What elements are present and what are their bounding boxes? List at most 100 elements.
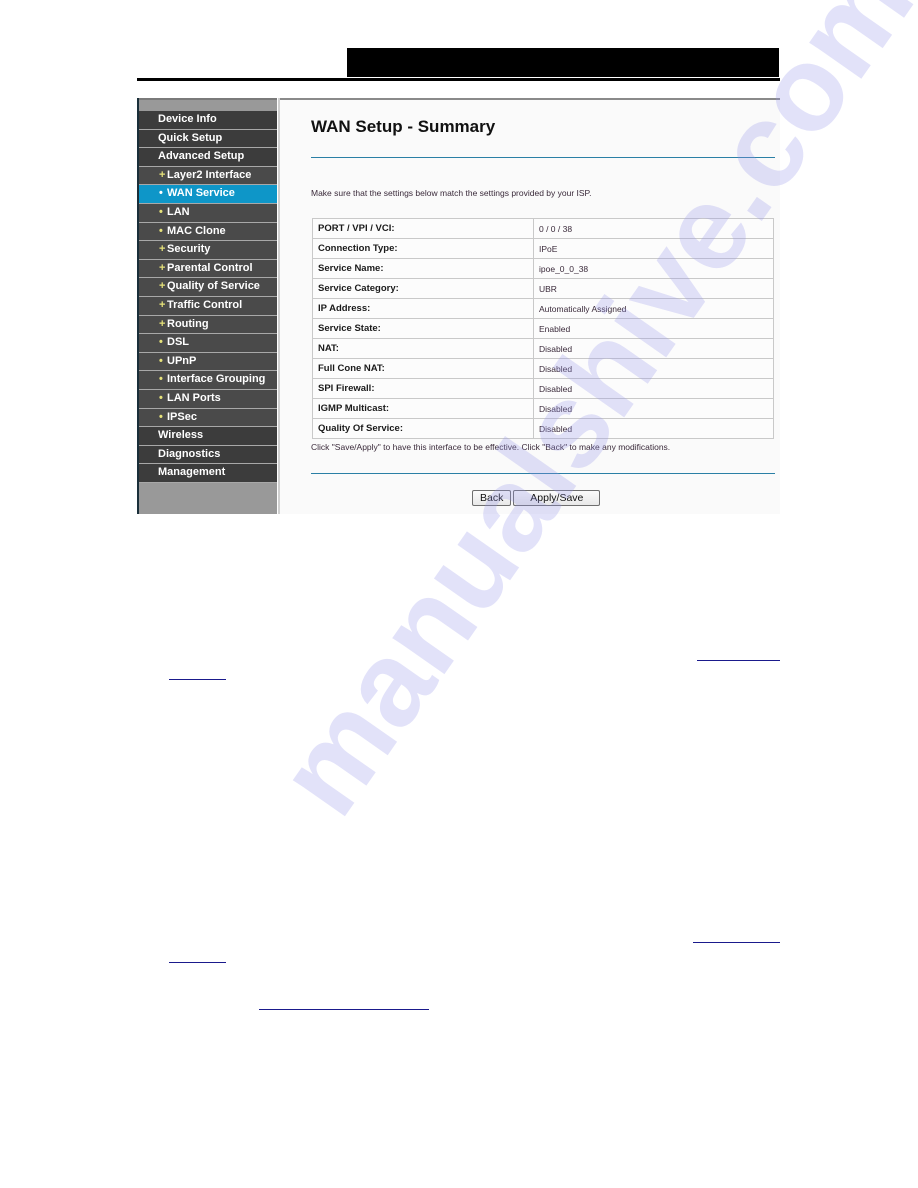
- field-value: 0 / 0 / 38: [533, 218, 774, 239]
- sidebar-item-label: Management: [158, 466, 226, 479]
- footer-divider: [311, 473, 775, 474]
- sidebar-item-label: Parental Control: [167, 261, 253, 274]
- table-row: Full Cone NAT: Disabled: [312, 358, 774, 379]
- doc-link-underline[interactable]: [169, 679, 226, 680]
- sidebar-item-wireless[interactable]: Wireless: [139, 427, 277, 446]
- sidebar-item-label: LAN: [167, 205, 190, 218]
- field-value: Disabled: [533, 358, 774, 379]
- field-label: Full Cone NAT:: [312, 358, 534, 379]
- sidebar-item-label: LAN Ports: [167, 391, 221, 404]
- intro-text: Make sure that the settings below match …: [311, 188, 592, 198]
- field-value: IPoE: [533, 238, 774, 259]
- sidebar-item-label: Wireless: [158, 429, 204, 442]
- router-ui-screenshot: Device Info Quick Setup Advanced Setup + Lay…: [137, 98, 780, 514]
- table-row: Quality Of Service: Disabled: [312, 418, 774, 439]
- document-header-bar: [347, 48, 779, 77]
- expand-plus-icon: +: [159, 261, 166, 274]
- field-label: Service Category:: [312, 278, 534, 299]
- sidebar-item-management[interactable]: Management: [139, 464, 277, 483]
- expand-plus-icon: +: [159, 243, 166, 256]
- table-row: Service State: Enabled: [312, 318, 774, 339]
- field-label: Service Name:: [312, 258, 534, 279]
- sidebar-item-interface-grouping[interactable]: • Interface Grouping: [139, 371, 277, 390]
- bullet-icon: •: [159, 187, 163, 200]
- sidebar-item-upnp[interactable]: • UPnP: [139, 352, 277, 372]
- sidebar-item-label: Layer2 Interface: [167, 168, 252, 181]
- page-title: WAN Setup - Summary: [311, 117, 496, 136]
- bullet-icon: •: [159, 373, 163, 386]
- sidebar-item-mac-clone[interactable]: • MAC Clone: [139, 222, 277, 242]
- sidebar-item-dsl[interactable]: • DSL: [139, 334, 277, 353]
- sidebar-item-label: WAN Service: [167, 187, 235, 200]
- table-row: IGMP Multicast: Disabled: [312, 398, 774, 419]
- bullet-icon: •: [159, 336, 163, 349]
- field-label: Connection Type:: [312, 238, 534, 259]
- sidebar-nav-list: Device Info Quick Setup Advanced Setup + Lay…: [139, 111, 277, 483]
- field-value: Automatically Assigned: [533, 298, 774, 319]
- sidebar-item-label: Interface Grouping: [167, 373, 266, 386]
- sidebar-item-advanced-setup[interactable]: Advanced Setup: [139, 148, 277, 167]
- document-header-rule: [137, 78, 780, 81]
- table-row: SPI Firewall: Disabled: [312, 378, 774, 399]
- sidebar-item-routing[interactable]: + Routing: [139, 315, 277, 335]
- sidebar-nav: Device Info Quick Setup Advanced Setup + Lay…: [137, 98, 277, 514]
- expand-plus-icon: +: [159, 168, 166, 181]
- field-value: Disabled: [533, 398, 774, 419]
- table-row: Connection Type: IPoE: [312, 238, 774, 259]
- sidebar-item-lan-ports[interactable]: • LAN Ports: [139, 389, 277, 409]
- sidebar-item-parental-control[interactable]: + Parental Control: [139, 259, 277, 279]
- sidebar-item-quality-of-service[interactable]: + Quality of Service: [139, 278, 277, 297]
- sidebar-item-lan[interactable]: • LAN: [139, 203, 277, 223]
- sidebar-item-label: Advanced Setup: [158, 150, 245, 163]
- sidebar-item-quick-setup[interactable]: Quick Setup: [139, 129, 277, 149]
- sidebar-item-security[interactable]: + Security: [139, 241, 277, 260]
- field-label: SPI Firewall:: [312, 378, 534, 399]
- sidebar-item-label: IPSec: [167, 410, 197, 423]
- doc-link-underline[interactable]: [169, 962, 226, 963]
- sidebar-item-wan-service[interactable]: • WAN Service: [139, 185, 277, 204]
- sidebar-item-layer2-interface[interactable]: + Layer2 Interface: [139, 166, 277, 186]
- instruction-note: Click "Save/Apply" to have this interfac…: [311, 442, 671, 452]
- sidebar-item-label: Quality of Service: [167, 280, 260, 293]
- doc-link-underline[interactable]: [693, 942, 780, 943]
- sidebar-item-label: Device Info: [158, 113, 217, 125]
- table-row: Service Name: ipoe_0_0_38: [312, 258, 774, 279]
- sidebar-item-label: Traffic Control: [167, 298, 243, 311]
- sidebar-top-spacer: [139, 98, 277, 111]
- bullet-icon: •: [159, 224, 163, 237]
- sidebar-item-device-info[interactable]: Device Info: [139, 111, 277, 130]
- sidebar-item-ipsec[interactable]: • IPSec: [139, 408, 277, 428]
- field-label: Quality Of Service:: [312, 418, 534, 439]
- sidebar-item-label: Routing: [167, 317, 209, 330]
- title-divider: [311, 157, 775, 158]
- doc-link-underline[interactable]: [259, 1009, 429, 1010]
- main-panel: WAN Setup - Summary Make sure that the s…: [280, 98, 780, 514]
- action-buttons: Back Apply/Save: [472, 490, 601, 506]
- sidebar-item-label: DSL: [167, 336, 189, 349]
- table-row: IP Address: Automatically Assigned: [312, 298, 774, 319]
- field-label: Service State:: [312, 318, 534, 339]
- summary-table: PORT / VPI / VCI: 0 / 0 / 38 Connection Ty…: [312, 218, 774, 439]
- field-value: Disabled: [533, 378, 774, 399]
- table-row: NAT: Disabled: [312, 338, 774, 359]
- field-value: UBR: [533, 278, 774, 299]
- field-label: PORT / VPI / VCI:: [312, 218, 534, 239]
- sidebar-item-label: Quick Setup: [158, 131, 223, 144]
- sidebar-item-traffic-control[interactable]: + Traffic Control: [139, 296, 277, 316]
- field-value: Enabled: [533, 318, 774, 339]
- back-button[interactable]: Back: [472, 490, 512, 506]
- sidebar-item-label: Diagnostics: [158, 447, 221, 460]
- field-label: IGMP Multicast:: [312, 398, 534, 419]
- bullet-icon: •: [159, 205, 163, 218]
- bullet-icon: •: [159, 391, 163, 404]
- sidebar-item-label: Security: [167, 243, 211, 256]
- field-label: IP Address:: [312, 298, 534, 319]
- table-row: PORT / VPI / VCI: 0 / 0 / 38: [312, 218, 774, 239]
- table-row: Service Category: UBR: [312, 278, 774, 299]
- doc-link-underline[interactable]: [697, 660, 780, 661]
- field-value: Disabled: [533, 418, 774, 439]
- sidebar-item-diagnostics[interactable]: Diagnostics: [139, 445, 277, 465]
- apply-save-button[interactable]: Apply/Save: [513, 490, 601, 506]
- field-value: Disabled: [533, 338, 774, 359]
- sidebar-item-label: MAC Clone: [167, 224, 226, 237]
